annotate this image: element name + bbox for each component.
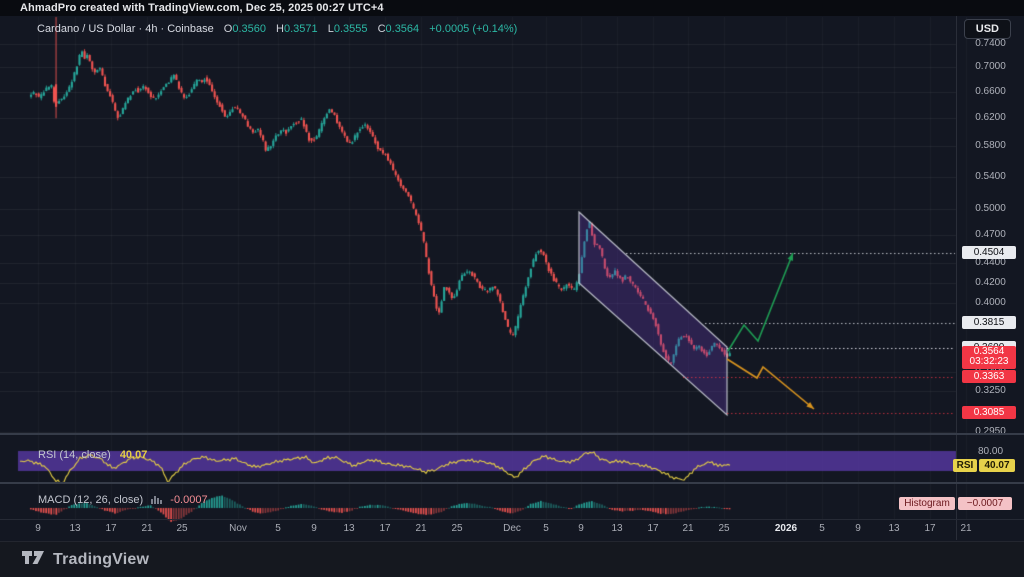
high-value: 0.3571 <box>284 23 318 35</box>
time-tick-label: 17 <box>924 523 936 534</box>
time-tick-label: 13 <box>69 523 81 534</box>
time-tick-label: 25 <box>176 523 188 534</box>
price-alert-badge: 0.3085 <box>962 406 1016 419</box>
price-label: 0.3250 <box>975 385 1006 396</box>
price-label: 0.5800 <box>975 140 1006 151</box>
rsi-legend: RSI (14, close) 40.07 <box>38 449 147 461</box>
time-tick-label: 2026 <box>774 523 798 534</box>
tradingview-brand-text[interactable]: TradingView <box>53 551 149 569</box>
price-label: 0.4700 <box>975 229 1006 240</box>
open-value: 0.3560 <box>232 23 266 35</box>
time-tick-label: 21 <box>141 523 153 534</box>
change-value: +0.0005 (+0.14%) <box>429 23 518 35</box>
time-tick-label: Nov <box>229 523 247 534</box>
current-price-badge: 0.3564 03:32:23 <box>962 346 1016 369</box>
high-label: H <box>276 23 284 35</box>
symbol-name[interactable]: Cardano / US Dollar · 4h · Coinbase <box>37 23 214 35</box>
watermark-text: AhmadPro created with TradingView.com, D… <box>20 2 384 14</box>
rsi-value: 40.07 <box>119 449 148 461</box>
rsi-label[interactable]: RSI (14, close) <box>38 449 111 461</box>
price-label: 0.6200 <box>975 112 1006 123</box>
time-tick-label: 9 <box>578 523 584 534</box>
time-tick-label: 21 <box>415 523 427 534</box>
price-label: 0.6600 <box>975 86 1006 97</box>
time-tick-label: 13 <box>888 523 900 534</box>
price-alert-badge: 0.3363 <box>962 370 1016 383</box>
price-level-badge: 0.3815 <box>962 316 1016 329</box>
histogram-badge: Histogram <box>899 497 955 510</box>
time-tick-label: 25 <box>451 523 463 534</box>
time-tick-label: 13 <box>611 523 623 534</box>
macd-value: -0.0007 <box>170 494 208 506</box>
price-label: 0.4000 <box>975 297 1006 308</box>
time-tick-label: 13 <box>343 523 355 534</box>
time-tick-label: 5 <box>819 523 825 534</box>
time-tick-label: 21 <box>682 523 694 534</box>
close-label: C <box>377 23 386 35</box>
price-label: 0.4200 <box>975 277 1006 288</box>
time-tick-label: 21 <box>960 523 972 534</box>
footer-bar: TradingView <box>0 541 1024 577</box>
rsi-value-badge: 40.07 <box>979 459 1015 472</box>
histogram-value-badge: −0.0007 <box>958 497 1012 510</box>
histogram-icon <box>151 495 163 507</box>
macd-label[interactable]: MACD (12, 26, close) <box>38 494 143 506</box>
low-value: 0.3555 <box>333 23 368 35</box>
bar-countdown: 03:32:23 <box>969 356 1009 367</box>
time-tick-label: Dec <box>503 523 521 534</box>
time-tick-label: 17 <box>105 523 117 534</box>
time-tick-label: 5 <box>543 523 549 534</box>
rsi-scale-label: 80.00 <box>977 446 1004 457</box>
rsi-badge: RSI <box>953 459 977 472</box>
price-label: 0.7400 <box>975 38 1006 49</box>
pane-separator-rsi-macd[interactable] <box>0 482 1024 484</box>
time-tick-label: 17 <box>379 523 391 534</box>
time-tick-label: 17 <box>647 523 659 534</box>
time-axis-border <box>0 519 1024 520</box>
tradingview-logo-icon[interactable] <box>21 549 45 571</box>
price-label: 0.5400 <box>975 171 1006 182</box>
price-level-badge: 0.4504 <box>962 246 1016 259</box>
symbol-legend: Cardano / US Dollar · 4h · Coinbase O0.3… <box>37 23 517 35</box>
macd-legend: MACD (12, 26, close) -0.0007 <box>38 494 208 507</box>
time-tick-label: 9 <box>855 523 861 534</box>
tradingview-chart-window: AhmadPro created with TradingView.com, D… <box>0 0 1024 577</box>
currency-toggle-button[interactable]: USD <box>963 19 1011 39</box>
price-label: 0.2950 <box>975 426 1006 437</box>
chart-canvas[interactable] <box>0 0 1024 577</box>
time-axis[interactable]: 9 13 17 21 25 Nov 5 9 13 17 21 25 Dec 5 9 13 17 21 25 2026 5… <box>0 520 1024 540</box>
time-tick-label: 9 <box>311 523 317 534</box>
price-axis[interactable]: 0.7400 0.7000 0.6600 0.6200 0.5800 0.5400 0.50… <box>899 16 1024 540</box>
time-tick-label: 9 <box>35 523 41 534</box>
pane-separator-main-rsi[interactable] <box>0 433 1024 435</box>
time-tick-label: 5 <box>275 523 281 534</box>
price-label: 0.7000 <box>975 61 1006 72</box>
watermark-bar: AhmadPro created with TradingView.com, D… <box>0 0 1024 16</box>
price-label: 0.5000 <box>975 203 1006 214</box>
close-value: 0.3564 <box>385 23 420 35</box>
time-tick-label: 25 <box>718 523 730 534</box>
